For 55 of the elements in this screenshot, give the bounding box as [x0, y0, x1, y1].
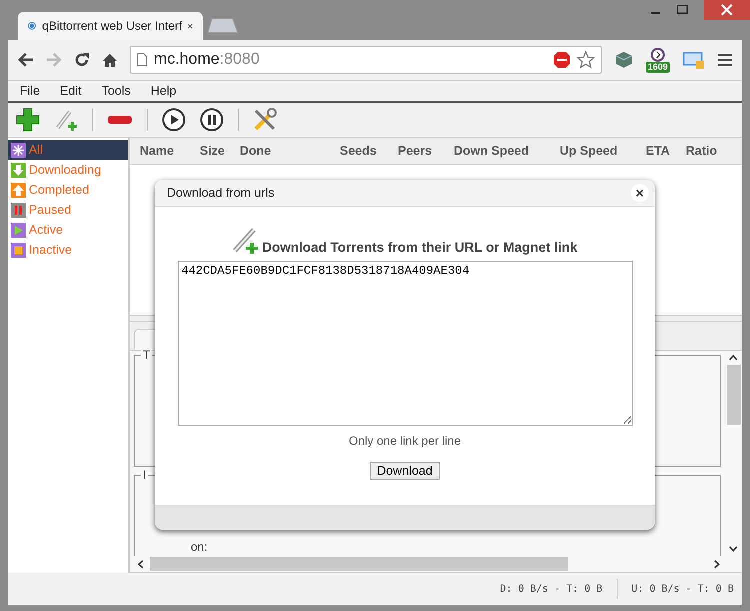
screen-capture-icon[interactable] [682, 50, 706, 70]
scroll-up-icon[interactable] [729, 355, 738, 361]
scrollbar-thumb[interactable] [150, 557, 568, 571]
menu-icon[interactable] [718, 53, 732, 67]
maximize-icon[interactable] [677, 5, 688, 15]
dialog-title: Download from urls [167, 186, 275, 200]
column-header[interactable]: ETA [646, 144, 686, 158]
tools-icon[interactable] [253, 108, 277, 132]
scroll-down-icon[interactable] [729, 546, 738, 552]
menu-item[interactable]: File [10, 84, 50, 98]
menu-item[interactable]: Tools [92, 84, 141, 98]
dialog-heading: Download Torrents from their URL or Magnet link [262, 240, 578, 255]
column-header[interactable]: Name [140, 144, 200, 158]
scrollbar-thumb[interactable] [726, 365, 740, 425]
column-header[interactable]: Ratio [686, 144, 726, 158]
tab-title: qBittorrent web User Interf [42, 19, 182, 33]
close-window-button[interactable] [704, 0, 750, 20]
play-icon[interactable] [162, 108, 186, 132]
clock-icon[interactable] [648, 48, 667, 62]
scroll-left-icon[interactable] [138, 560, 144, 568]
plus-icon[interactable] [16, 108, 40, 132]
url-input-field[interactable]: 442CDA5FE60B9DC1FCF8138D5318718A409AE304 [178, 261, 632, 426]
hint-text: Only one link per line [348, 434, 462, 448]
address-bar[interactable]: mc.home:8080 [130, 46, 602, 74]
menu-item[interactable]: Help [140, 84, 187, 98]
stop-sign-icon[interactable] [552, 51, 571, 69]
column-header[interactable]: Down Speed [454, 144, 560, 158]
download-button[interactable]: Download [370, 462, 440, 480]
cube-icon[interactable] [614, 50, 634, 70]
column-header[interactable]: Seeds [340, 144, 398, 158]
column-header[interactable]: Done [240, 144, 340, 158]
close-button[interactable]: × [631, 184, 649, 202]
column-header[interactable]: Size [200, 144, 240, 158]
menu-item[interactable]: Edit [50, 84, 92, 98]
scroll-right-icon[interactable] [714, 560, 720, 568]
column-header[interactable]: Peers [398, 144, 454, 158]
home-icon[interactable] [102, 52, 118, 68]
pause-icon[interactable] [200, 108, 224, 132]
minus-icon[interactable] [107, 114, 133, 126]
star-icon[interactable] [576, 51, 595, 69]
download-status: D: 0 B/s - T: 0 B [500, 584, 603, 594]
page-icon [137, 53, 148, 67]
url-text: mc.home:8080 [154, 51, 260, 69]
browser-tab[interactable]: qBittorrent web User Interf [18, 12, 203, 40]
section-legend: I [141, 468, 148, 482]
extension-badge: 1609 [646, 62, 670, 72]
reload-icon[interactable] [74, 52, 90, 68]
upload-status: U: 0 B/s - T: 0 B [632, 584, 734, 594]
close-icon[interactable] [188, 22, 193, 30]
back-icon[interactable] [18, 53, 34, 67]
field-label: on: [191, 540, 208, 554]
column-header[interactable]: Up Speed [560, 144, 646, 158]
section-legend: T [141, 348, 152, 362]
link-add-icon[interactable] [54, 108, 78, 132]
filter-item[interactable]: All [8, 140, 128, 160]
